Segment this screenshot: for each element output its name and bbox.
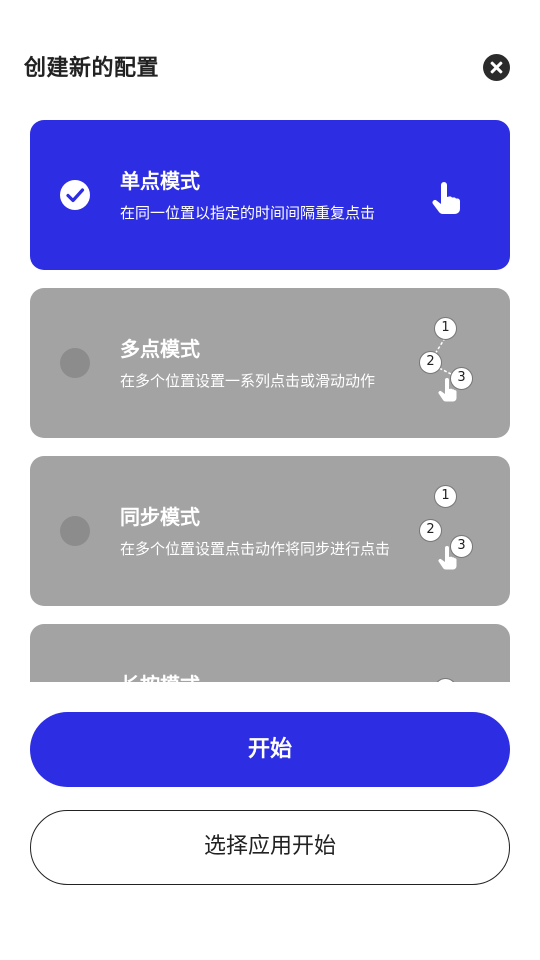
step-2-badge: 2 bbox=[419, 351, 442, 374]
radio-unselected[interactable] bbox=[60, 516, 90, 546]
long-press-icon bbox=[434, 678, 457, 682]
mode-card-long-press[interactable]: 长按模式 bbox=[30, 624, 510, 682]
mode-description: 在多个位置设置点击动作将同步进行点击 bbox=[120, 540, 391, 558]
start-button[interactable]: 开始 bbox=[30, 712, 510, 787]
mode-card-multi-point[interactable]: 多点模式 在多个位置设置一系列点击或滑动动作 1 2 3 bbox=[30, 288, 510, 438]
dialog-title: 创建新的配置 bbox=[24, 56, 160, 81]
mode-title: 同步模式 bbox=[120, 505, 200, 529]
step-1-badge: 1 bbox=[434, 485, 457, 508]
mode-card-sync[interactable]: 同步模式 在多个位置设置点击动作将同步进行点击 1 2 3 bbox=[30, 456, 510, 606]
mode-card-single-point[interactable]: 单点模式 在同一位置以指定的时间间隔重复点击 bbox=[30, 120, 510, 270]
mode-title: 单点模式 bbox=[120, 169, 200, 193]
mode-title: 多点模式 bbox=[120, 337, 200, 361]
config-dialog: 创建新的配置 单点模式 在同一位置以指定的时间间隔重复点击 多点模式 在多个位置… bbox=[0, 0, 540, 960]
tap-hand-icon bbox=[432, 182, 460, 214]
choose-app-start-button[interactable]: 选择应用开始 bbox=[30, 810, 510, 885]
check-icon[interactable] bbox=[60, 180, 90, 210]
sync-tap-icon: 1 2 3 bbox=[415, 482, 495, 582]
mode-title: 长按模式 bbox=[120, 669, 200, 682]
step-1-badge: 1 bbox=[434, 317, 457, 340]
mode-description: 在多个位置设置一系列点击或滑动动作 bbox=[120, 372, 376, 390]
step-3-badge: 3 bbox=[450, 367, 473, 390]
step-2-badge: 2 bbox=[419, 519, 442, 542]
multi-tap-icon: 1 2 3 bbox=[415, 314, 495, 414]
mode-description: 在同一位置以指定的时间间隔重复点击 bbox=[120, 204, 376, 222]
radio-unselected[interactable] bbox=[60, 348, 90, 378]
step-3-badge: 3 bbox=[450, 535, 473, 558]
mode-list[interactable]: 单点模式 在同一位置以指定的时间间隔重复点击 多点模式 在多个位置设置一系列点击… bbox=[0, 120, 540, 682]
close-icon[interactable] bbox=[483, 54, 510, 81]
